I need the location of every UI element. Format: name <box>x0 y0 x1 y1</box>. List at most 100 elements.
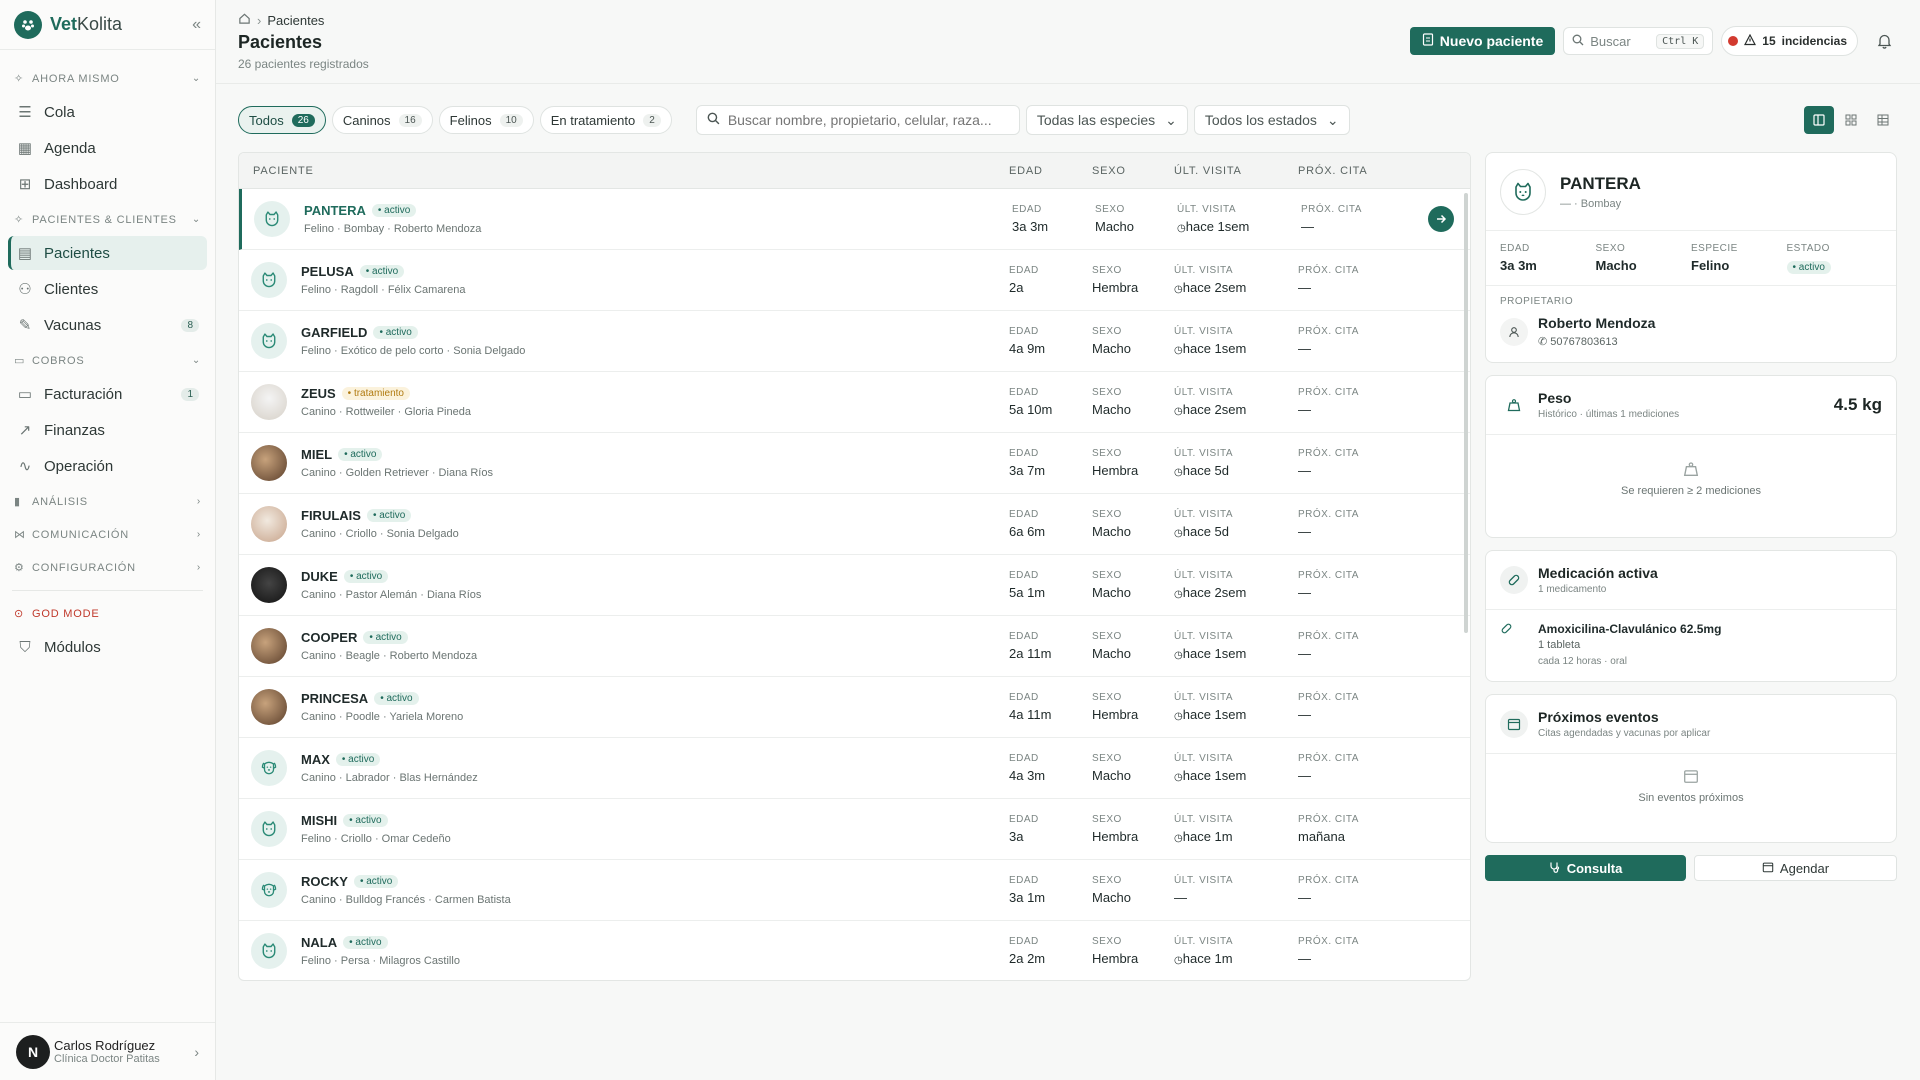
section-pacientes-clientes[interactable]: ✧ PACIENTES & CLIENTES ⌄ <box>8 205 207 234</box>
global-search-button[interactable]: Buscar Ctrl K <box>1563 27 1714 55</box>
agendar-button[interactable]: Agendar <box>1694 855 1897 881</box>
patient-name[interactable]: DUKE <box>301 569 338 584</box>
sidebar-item-operacion[interactable]: ∿ Operación <box>8 449 207 483</box>
patient-name[interactable]: PRINCESA <box>301 691 368 706</box>
pet-photo <box>251 689 287 725</box>
table-row[interactable]: MISHI • activo Felino · Criollo · Omar C… <box>239 799 1470 860</box>
table-row[interactable]: ZEUS • tratamiento Canino · Rottweiler ·… <box>239 372 1470 433</box>
col-edad[interactable]: EDAD <box>1009 165 1092 177</box>
filter-chip-caninos[interactable]: Caninos 16 <box>331 106 433 134</box>
status-select[interactable]: Todos los estados ⌄ <box>1193 105 1350 135</box>
table-row[interactable]: GARFIELD • activo Felino · Exótico de pe… <box>239 311 1470 372</box>
users-icon: ⚇ <box>18 281 32 298</box>
scrollbar[interactable] <box>1464 193 1468 633</box>
split-view-icon[interactable] <box>1804 106 1834 134</box>
patient-name[interactable]: MAX <box>301 752 330 767</box>
sidebar-item-agenda[interactable]: ▦ Agenda <box>8 131 207 165</box>
patient-name[interactable]: PANTERA <box>304 203 366 218</box>
detail-patient-breed: — · Bombay <box>1560 197 1622 210</box>
patient-search-field[interactable] <box>695 105 1020 135</box>
incidents-button[interactable]: 15 incidencias <box>1721 26 1858 56</box>
trend-up-icon: ↗ <box>18 422 32 439</box>
clock-icon: ◷ <box>1174 528 1183 539</box>
table-row[interactable]: PELUSA • activo Felino · Ragdoll · Félix… <box>239 250 1470 311</box>
patient-name[interactable]: ROCKY <box>301 874 348 889</box>
status-badge: • tratamiento <box>341 387 410 400</box>
patient-name[interactable]: GARFIELD <box>301 325 367 340</box>
patient-name[interactable]: COOPER <box>301 630 357 645</box>
section-cobros[interactable]: ▭ COBROS ⌄ <box>8 346 207 375</box>
sidebar-item-facturacion[interactable]: ▭ Facturación 1 <box>8 377 207 411</box>
user-org: Clínica Doctor Patitas <box>54 1053 160 1065</box>
section-comunicacion[interactable]: ⋈ COMUNICACIÓN › <box>8 520 207 549</box>
cat-icon <box>251 811 287 847</box>
sidebar-item-dashboard[interactable]: ⊞ Dashboard <box>8 167 207 201</box>
patient-name[interactable]: ZEUS <box>301 386 336 401</box>
sidebar-item-modulos[interactable]: ⛉ Módulos <box>8 630 207 664</box>
patient-subtitle: Canino · Beagle · Roberto Mendoza <box>301 650 478 662</box>
section-configuracion[interactable]: ⚙ CONFIGURACIÓN › <box>8 553 207 582</box>
section-analisis[interactable]: ▮ ANÁLISIS › <box>8 487 207 516</box>
table-row[interactable]: NALA • activo Felino · Persa · Milagros … <box>239 921 1470 980</box>
events-empty: Sin eventos próximos <box>1486 753 1896 842</box>
col-sexo[interactable]: SEXO <box>1092 165 1174 177</box>
owner-row[interactable]: Roberto Mendoza ✆ 50767803613 <box>1500 315 1882 348</box>
col-ult-visita[interactable]: ÚLT. VISITA <box>1174 165 1298 177</box>
table-row[interactable]: COOPER • activo Canino · Beagle · Robert… <box>239 616 1470 677</box>
user-profile[interactable]: N Carlos Rodríguez Clínica Doctor Patita… <box>0 1022 215 1080</box>
sidebar-item-pacientes[interactable]: ▤ Pacientes <box>8 236 207 270</box>
filter-chip-felinos[interactable]: Felinos 10 <box>438 106 534 134</box>
pet-photo <box>251 628 287 664</box>
detail-stats: EDAD 3a 3m SEXO Macho ESPECIE Felino ESTADO… <box>1486 231 1896 286</box>
sidebar-item-cola[interactable]: ☰ Cola <box>8 95 207 129</box>
patient-name[interactable]: PELUSA <box>301 264 354 279</box>
filter-chip-todos[interactable]: Todos 26 <box>238 106 326 134</box>
home-icon[interactable] <box>238 12 251 28</box>
consulta-button[interactable]: Consulta <box>1485 855 1686 881</box>
patient-name[interactable]: FIRULAIS <box>301 508 361 523</box>
table-row[interactable]: MAX • activo Canino · Labrador · Blas He… <box>239 738 1470 799</box>
patient-name[interactable]: MISHI <box>301 813 337 828</box>
patient-search-input[interactable] <box>727 112 1008 128</box>
cell-ult-visita: ÚLT. VISITA ◷hace 1sem <box>1174 631 1247 661</box>
patient-name[interactable]: MIEL <box>301 447 332 462</box>
medication-sub: 1 medicamento <box>1538 584 1607 595</box>
sidebar-item-vacunas[interactable]: ✎ Vacunas 8 <box>8 308 207 342</box>
section-god-mode[interactable]: ⊙ GOD MODE <box>8 599 207 628</box>
section-ahora-mismo[interactable]: ✧ AHORA MISMO ⌄ <box>8 64 207 93</box>
table-row[interactable]: PRINCESA • activo Canino · Poodle · Yari… <box>239 677 1470 738</box>
bell-icon[interactable] <box>1870 27 1898 55</box>
cell-prox-cita: PRÓX. CITA — <box>1298 387 1359 417</box>
detail-patient-name: PANTERA <box>1560 173 1641 193</box>
col-paciente[interactable]: PACIENTE <box>239 165 1009 177</box>
alert-circle-icon: ⊙ <box>14 608 25 620</box>
sidebar-item-finanzas[interactable]: ↗ Finanzas <box>8 413 207 447</box>
avatar: N <box>16 1034 50 1069</box>
table-row[interactable]: MIEL • activo Canino · Golden Retriever … <box>239 433 1470 494</box>
collapse-sidebar-icon[interactable]: « <box>192 16 201 34</box>
species-select[interactable]: Todas las especies ⌄ <box>1025 105 1188 135</box>
col-prox-cita[interactable]: PRÓX. CITA <box>1298 165 1428 177</box>
user-name: Carlos Rodríguez <box>54 1038 156 1053</box>
table-row[interactable]: PANTERA • activo Felino · Bombay · Rober… <box>239 189 1470 250</box>
arrow-right-icon[interactable] <box>1428 206 1454 232</box>
new-patient-button[interactable]: Nuevo paciente <box>1409 27 1556 55</box>
table-row[interactable]: DUKE • activo Canino · Pastor Alemán · D… <box>239 555 1470 616</box>
table-row[interactable]: FIRULAIS • activo Canino · Criollo · Son… <box>239 494 1470 555</box>
calendar-icon <box>1500 710 1528 738</box>
chevron-right-icon: › <box>196 496 201 507</box>
sidebar-item-clientes[interactable]: ⚇ Clientes <box>8 272 207 306</box>
patient-name[interactable]: NALA <box>301 935 337 950</box>
table-view-icon[interactable] <box>1868 106 1898 134</box>
filter-chip-en-tratamiento[interactable]: En tratamiento 2 <box>539 106 672 134</box>
patient-cell: COOPER • activo Canino · Beagle · Robert… <box>239 628 1009 664</box>
owner-section: PROPIETARIO Roberto Mendoza ✆ 5076780361… <box>1486 286 1896 362</box>
calendar-icon <box>1762 861 1774 876</box>
grid-view-icon[interactable] <box>1836 106 1866 134</box>
patient-subtitle: Canino · Poodle · Yariela Moreno <box>301 711 464 723</box>
medication-item[interactable]: Amoxicilina-Clavulánico 62.5mg 1 tableta… <box>1486 609 1896 681</box>
patient-subtitle: Felino · Bombay · Roberto Mendoza <box>304 223 482 235</box>
chevron-right-icon: › <box>196 529 201 540</box>
table-row[interactable]: ROCKY • activo Canino · Bulldog Francés … <box>239 860 1470 921</box>
cell-edad: EDAD 2a 11m <box>1009 631 1052 661</box>
